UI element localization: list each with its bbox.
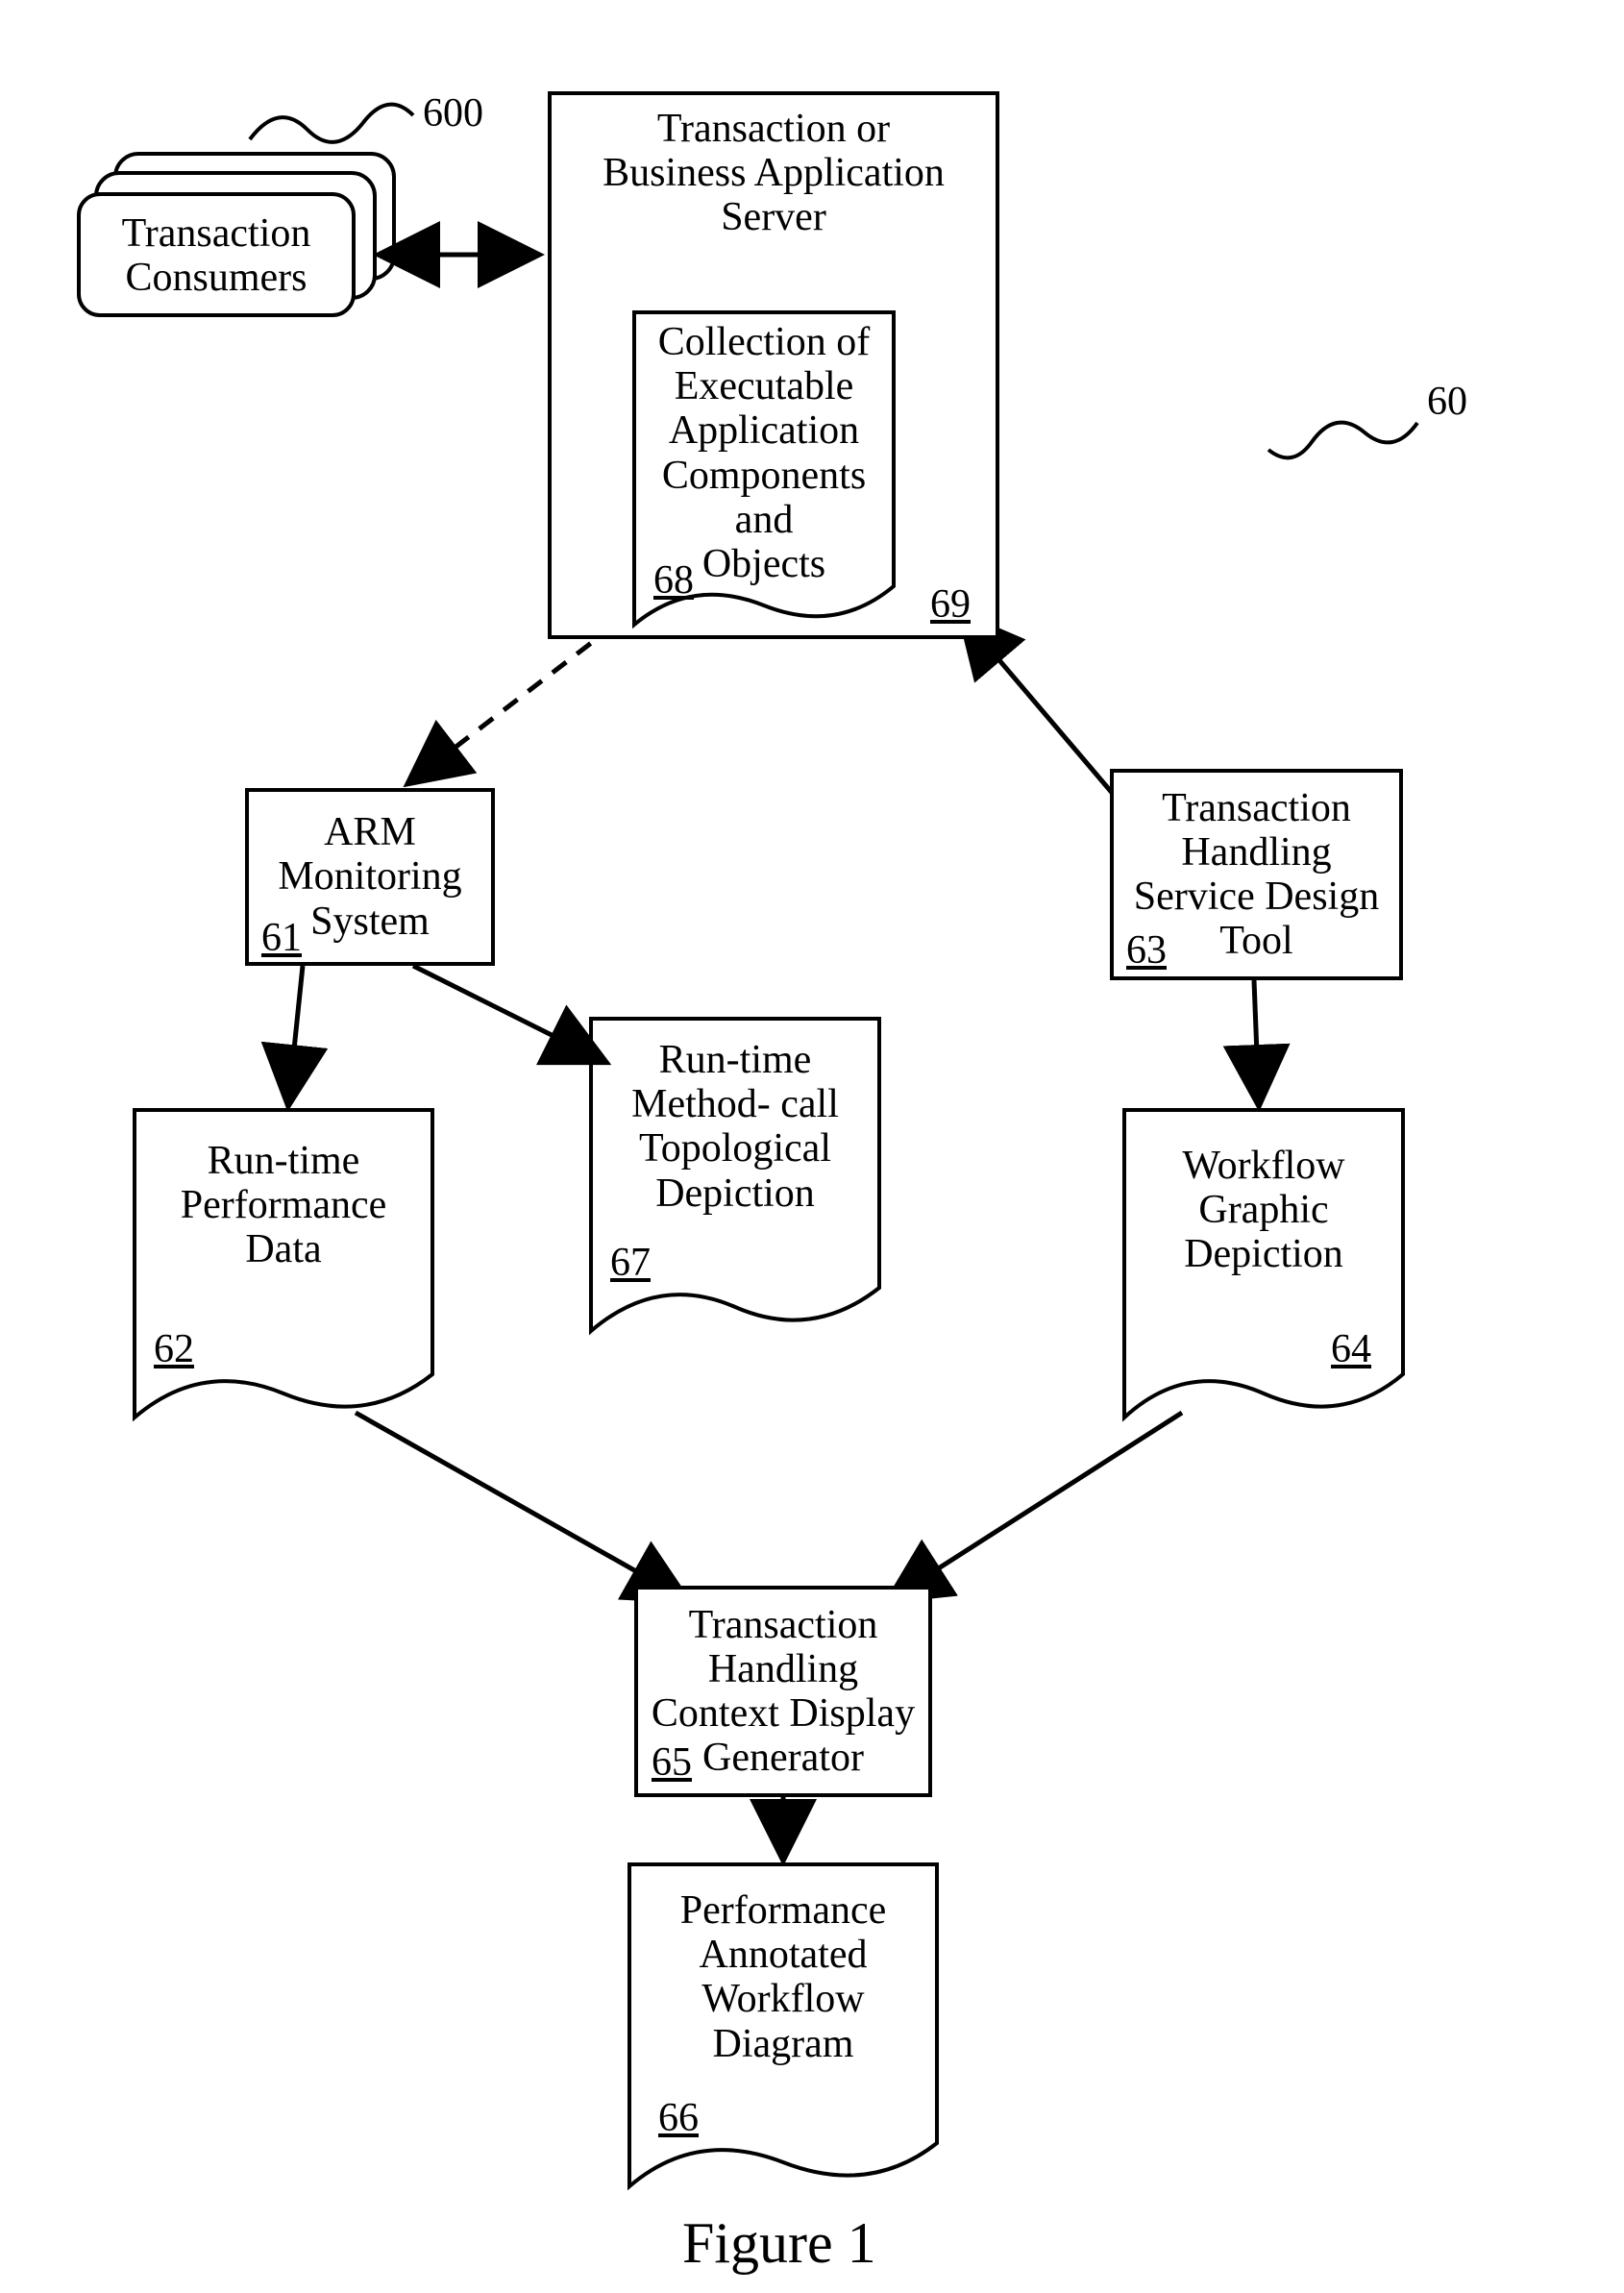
ref-65: 65	[652, 1739, 692, 1786]
ref-63: 63	[1126, 927, 1167, 974]
ref-62: 62	[154, 1326, 194, 1372]
figure-label: Figure 1	[682, 2210, 876, 2277]
label-collection: Collection of Executable Application Com…	[634, 320, 894, 586]
ref-68: 68	[653, 557, 694, 604]
node-consumers: Transaction Consumers	[77, 192, 356, 317]
ref-600: 600	[423, 91, 483, 136]
label-consumers: Transaction Consumers	[81, 211, 352, 300]
label-server: Transaction or Business Application Serv…	[552, 95, 996, 240]
label-workflow: Workflow Graphic Depiction	[1124, 1144, 1403, 1277]
ref-61: 61	[261, 915, 302, 961]
ref-69: 69	[930, 581, 971, 628]
label-perfdata: Run-time Performance Data	[135, 1139, 432, 1272]
ref-64: 64	[1331, 1326, 1371, 1372]
ref-66: 66	[658, 2095, 699, 2141]
label-annotated: Performance Annotated Workflow Diagram	[629, 1888, 937, 2066]
ref-67: 67	[610, 1240, 651, 1286]
label-topology: Run-time Method- call Topological Depict…	[591, 1038, 879, 1216]
ref-60: 60	[1427, 380, 1467, 424]
